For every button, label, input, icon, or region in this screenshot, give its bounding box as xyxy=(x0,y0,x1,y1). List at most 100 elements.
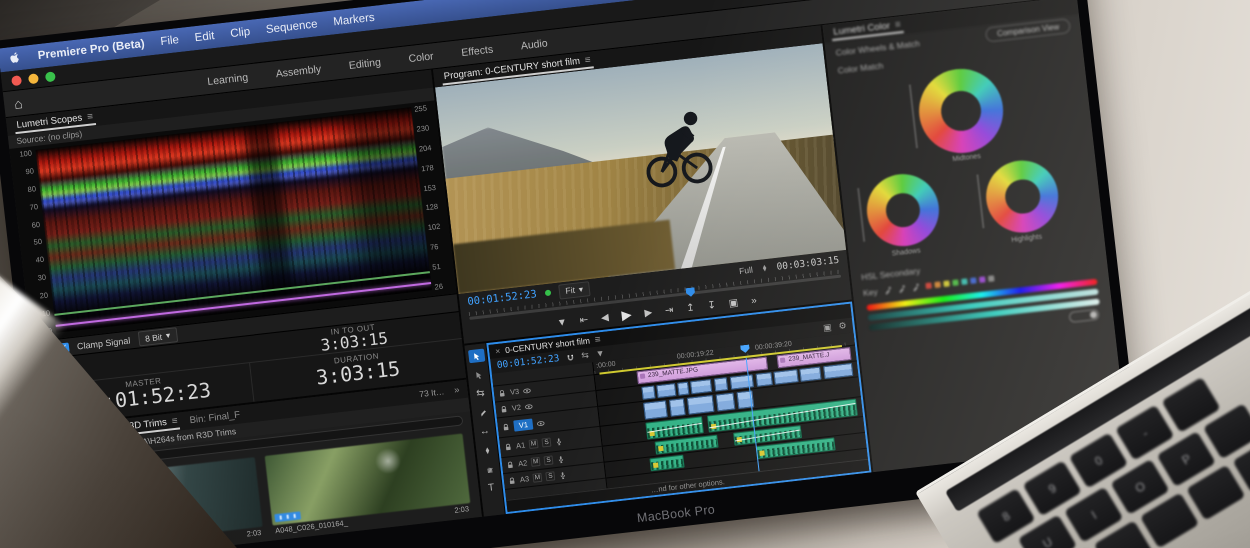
eye-icon[interactable] xyxy=(524,402,533,411)
workspace-tab-learning[interactable]: Learning xyxy=(207,71,249,88)
lock-icon[interactable] xyxy=(508,476,517,485)
ire-tick: 30 xyxy=(27,273,47,284)
mic-icon[interactable] xyxy=(558,470,567,479)
annotate-pen-icon[interactable] xyxy=(760,264,769,273)
mic-icon[interactable] xyxy=(557,455,566,464)
chevron-down-icon: ▾ xyxy=(165,330,170,341)
panel-menu-icon[interactable]: ≡ xyxy=(584,55,591,67)
track-name-selected[interactable]: V1 xyxy=(513,418,533,431)
step-back-icon[interactable]: ◀ xyxy=(600,312,609,324)
color-output-toggle[interactable] xyxy=(1069,309,1100,323)
close-window-button[interactable] xyxy=(11,75,22,86)
ire-tick: 50 xyxy=(23,237,43,248)
menu-item-markers[interactable]: Markers xyxy=(333,12,376,29)
selection-tool[interactable] xyxy=(468,349,485,364)
add-marker-icon[interactable]: ▼ xyxy=(556,316,567,328)
mute-button[interactable]: M xyxy=(529,439,539,449)
extract-icon[interactable]: ↧ xyxy=(707,299,717,311)
tab-bin-final[interactable]: Bin: Final_F xyxy=(189,409,241,426)
minimize-window-button[interactable] xyxy=(28,73,39,84)
zoom-level-dropdown[interactable]: Fit ▾ xyxy=(558,281,591,299)
panel-menu-icon[interactable]: ≡ xyxy=(171,416,178,428)
mute-button[interactable]: M xyxy=(531,457,541,467)
level-tick: 128 xyxy=(425,201,445,212)
workspace-tab-color[interactable]: Color xyxy=(408,50,434,65)
level-tick: 255 xyxy=(414,103,434,114)
panel-menu-icon[interactable]: ≡ xyxy=(87,111,94,123)
solo-button[interactable]: S xyxy=(544,455,554,465)
midtones-wheel[interactable] xyxy=(915,64,1008,157)
eye-icon[interactable] xyxy=(523,386,532,395)
apple-logo-icon[interactable] xyxy=(8,51,23,66)
snap-magnet-icon[interactable] xyxy=(566,353,575,362)
captions-icon[interactable]: ▣ xyxy=(823,323,832,333)
color-swatches[interactable] xyxy=(925,275,994,289)
mute-button[interactable]: M xyxy=(533,473,543,483)
lock-icon[interactable] xyxy=(506,460,515,469)
eye-icon[interactable] xyxy=(536,419,545,428)
solo-button[interactable]: S xyxy=(546,471,556,481)
zoom-window-button[interactable] xyxy=(45,71,56,82)
shadows-wheel[interactable] xyxy=(863,170,943,250)
solo-button[interactable]: S xyxy=(542,438,552,448)
lock-icon[interactable] xyxy=(502,423,511,432)
button-editor-icon[interactable]: » xyxy=(750,295,757,307)
menu-item-file[interactable]: File xyxy=(160,34,180,48)
media-type-badge xyxy=(274,511,301,522)
program-monitor-video[interactable] xyxy=(435,43,846,294)
highlights-label: Highlights xyxy=(1011,234,1042,244)
track-select-forward-tool[interactable] xyxy=(470,367,487,382)
eyedropper-plus-icon[interactable] xyxy=(897,284,906,293)
type-tool[interactable]: T xyxy=(483,481,500,496)
workspace-tab-assembly[interactable]: Assembly xyxy=(275,63,322,80)
mic-icon[interactable] xyxy=(555,437,564,446)
track-name: V2 xyxy=(511,403,521,413)
track-name: A3 xyxy=(519,474,529,484)
workspace-tab-editing[interactable]: Editing xyxy=(348,56,381,72)
hand-tool[interactable] xyxy=(480,462,497,477)
lift-icon[interactable]: ↥ xyxy=(686,302,696,314)
ire-tick: 60 xyxy=(21,220,41,231)
center-column: Program: 0-CENTURY short film ≡ xyxy=(433,25,873,516)
tab-lumetri-color-label: Lumetri Color xyxy=(833,20,891,37)
add-marker-icon[interactable]: ▼ xyxy=(595,349,605,359)
workspace-tab-audio[interactable]: Audio xyxy=(520,37,548,52)
items-count: 73 It… xyxy=(419,386,445,399)
export-frame-icon[interactable]: ▣ xyxy=(728,297,739,309)
ripple-edit-tool[interactable]: ⇆ xyxy=(472,386,489,401)
menu-item-clip[interactable]: Clip xyxy=(230,26,251,40)
slip-tool[interactable]: ↔ xyxy=(476,424,493,439)
step-forward-icon[interactable]: ▶ xyxy=(644,307,653,319)
clip-cell[interactable]: A048_C026_010164_ 2:03 xyxy=(265,433,472,536)
highlights-wheel[interactable] xyxy=(983,157,1063,237)
track-headers: V3 V2 xyxy=(492,362,608,500)
menu-item-sequence[interactable]: Sequence xyxy=(265,18,318,36)
playback-resolution-dropdown[interactable]: Full xyxy=(739,265,754,276)
bezel-brand-text: MacBook Pro xyxy=(636,502,715,525)
ire-tick: 100 xyxy=(12,148,32,159)
pen-tool[interactable] xyxy=(478,443,495,458)
panel-menu-icon[interactable]: ≡ xyxy=(594,334,601,346)
lock-icon[interactable] xyxy=(504,442,513,451)
lock-icon[interactable] xyxy=(498,389,507,398)
panel-menu-icon[interactable]: ≡ xyxy=(894,19,901,31)
eyedropper-minus-icon[interactable] xyxy=(911,283,920,292)
timeline-settings-wrench-icon[interactable]: ⚙ xyxy=(838,321,847,331)
close-icon[interactable]: × xyxy=(495,346,501,356)
level-tick: 178 xyxy=(421,162,441,173)
lock-icon[interactable] xyxy=(499,405,508,414)
go-to-out-icon[interactable]: ⇥ xyxy=(664,304,674,316)
go-to-in-icon[interactable]: ⇤ xyxy=(579,314,589,326)
razor-tool[interactable] xyxy=(474,405,491,420)
menu-item-edit[interactable]: Edit xyxy=(194,30,215,44)
play-icon[interactable]: ▶ xyxy=(621,307,633,324)
panel-overflow-icon[interactable]: » xyxy=(454,384,461,396)
chevron-down-icon: ▾ xyxy=(578,283,583,294)
home-icon[interactable]: ⌂ xyxy=(13,96,23,111)
color-wheels: Midtones Shadows Highlights xyxy=(829,51,1105,271)
linked-selection-icon[interactable]: ⇆ xyxy=(581,351,590,361)
workspace-tab-effects[interactable]: Effects xyxy=(461,43,494,59)
program-playhead[interactable] xyxy=(686,287,696,297)
eyedropper-icon[interactable] xyxy=(883,286,892,295)
key-label: Key xyxy=(863,287,879,299)
